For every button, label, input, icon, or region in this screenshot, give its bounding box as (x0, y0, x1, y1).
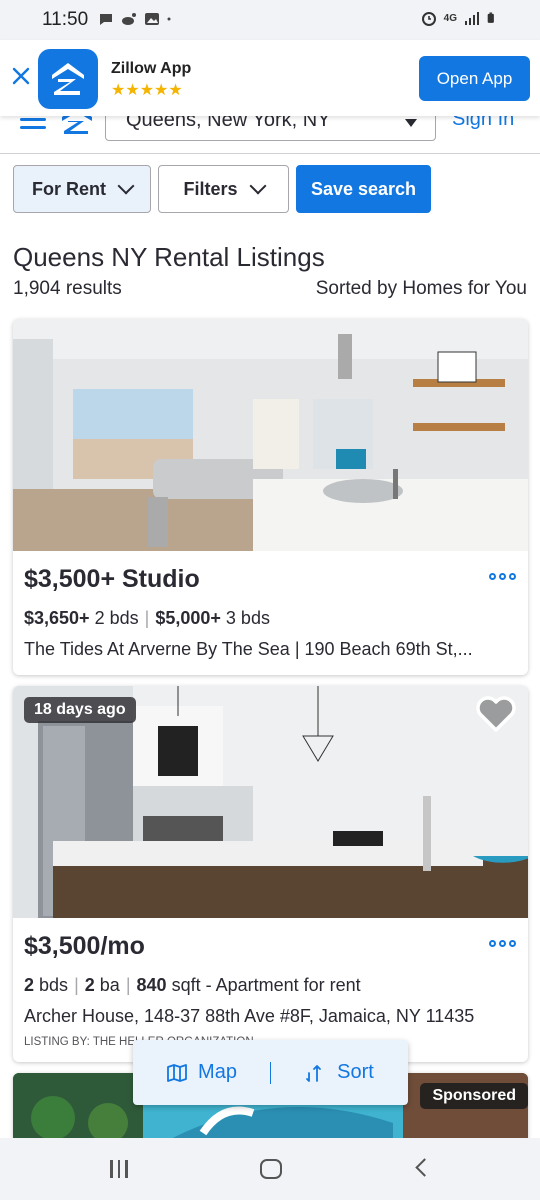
status-bar: 11:50 4G (0, 0, 540, 40)
chat-icon (100, 14, 112, 25)
listing-photo[interactable]: 18 days ago (13, 686, 528, 918)
listing-price: $3,500/mo (24, 932, 145, 960)
for-rent-label: For Rent (32, 178, 106, 199)
notification-icons (98, 11, 175, 27)
map-icon (167, 1063, 187, 1082)
more-options-icon[interactable] (489, 940, 516, 947)
sort-icon (306, 1064, 322, 1082)
more-options-icon[interactable] (489, 573, 516, 580)
results-count: 1,904 results (13, 278, 122, 299)
listing-address: Archer House, 148-37 88th Ave #8F, Jamai… (24, 1006, 475, 1026)
network-label: 4G (443, 12, 457, 24)
map-button[interactable]: Map (133, 1061, 270, 1084)
beds-unit: bds (39, 975, 69, 995)
filters-label: Filters (183, 178, 238, 199)
sponsored-badge: Sponsored (420, 1083, 528, 1109)
sqft-unit: sqft - Apartment for rent (171, 975, 361, 995)
gallery-icon (145, 13, 159, 25)
listing-card[interactable]: 18 days ago $3,500/mo 2 bds | 2 ba | 840 sqf… (13, 686, 528, 1062)
status-time: 11:50 (42, 9, 89, 30)
unit2-price: $3,650+ (24, 608, 90, 628)
unit-prices: $3,650+ 2 bds | $5,000+ 3 bds (24, 608, 270, 628)
listing-price: $3,500+ Studio (24, 565, 200, 593)
app-name: Zillow App (111, 60, 192, 77)
filter-bar: For Rent Filters Save search (13, 165, 431, 213)
sort-label: Sorted by Homes for You (315, 278, 527, 299)
zillow-logo (38, 49, 98, 109)
sort-button[interactable]: Sort (271, 1061, 408, 1084)
days-on-market-badge: 18 days ago (24, 697, 136, 723)
zillow-z-icon (52, 63, 84, 95)
chevron-down-icon (117, 177, 135, 195)
save-search-button[interactable]: Save search (296, 165, 431, 213)
listing-facts: 2 bds | 2 ba | 840 sqft - Apartment for rent (24, 975, 361, 995)
listing-photo[interactable] (13, 319, 528, 551)
open-app-button[interactable]: Open App (419, 56, 530, 101)
dot-icon (167, 17, 171, 21)
beds-count: 2 (24, 975, 35, 995)
alarm-icon (421, 12, 436, 26)
unit2-beds: 2 bds (94, 608, 139, 628)
rating-stars: ★★★★★ (111, 82, 183, 99)
listing-card[interactable]: $3,500+ Studio $3,650+ 2 bds | $5,000+ 3 b… (13, 319, 528, 675)
for-rent-button[interactable]: For Rent (13, 165, 151, 213)
filters-button[interactable]: Filters (158, 165, 289, 213)
system-icons: 4G (421, 10, 498, 26)
favorite-heart-icon[interactable] (474, 694, 518, 734)
chevron-down-icon (249, 177, 267, 195)
close-icon[interactable] (10, 65, 32, 87)
baths-unit: ba (99, 975, 120, 995)
sqft-count: 840 (136, 975, 167, 995)
app-install-banner: Zillow App ★★★★★ Open App (0, 40, 540, 116)
listing-address: The Tides At Arverne By The Sea | 190 Be… (24, 639, 473, 659)
map-sort-toggle: Map Sort (133, 1040, 408, 1105)
baths-count: 2 (84, 975, 95, 995)
weibo-icon (122, 13, 136, 25)
android-nav-bar (0, 1138, 540, 1200)
back-icon[interactable] (415, 1158, 434, 1177)
battery-icon (487, 12, 494, 23)
signal-icon (465, 12, 479, 25)
unit3-beds: 3 bds (225, 608, 270, 628)
recents-icon[interactable] (110, 1160, 128, 1178)
home-icon[interactable] (260, 1159, 282, 1179)
unit3-price: $5,000+ (155, 608, 221, 628)
caret-down-icon (405, 119, 417, 127)
page-title: Queens NY Rental Listings (13, 242, 325, 272)
sort-label: Sort (337, 1061, 374, 1083)
map-label: Map (198, 1061, 237, 1083)
